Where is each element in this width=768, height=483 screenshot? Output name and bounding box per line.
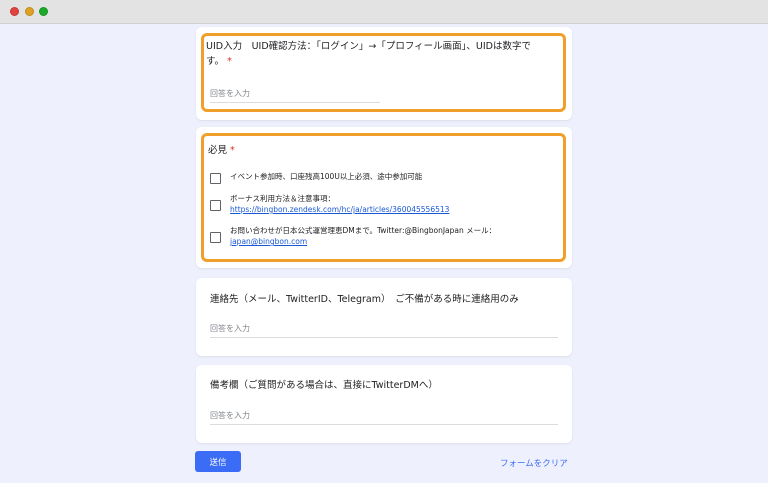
- clear-form-link[interactable]: フォームをクリア: [500, 457, 568, 469]
- question-title-text: 備考欄（ご質問がある場合は、直接にTwitterDMへ）: [210, 380, 438, 391]
- contact-answer-input[interactable]: 回答を入力: [210, 323, 558, 338]
- question-title-text: 連絡先（メール、TwitterID、Telegram） ご不備がある時に連絡用の…: [210, 294, 519, 305]
- minimize-window-icon[interactable]: [25, 7, 34, 16]
- question-title-remarks: 備考欄（ご質問がある場合は、直接にTwitterDMへ）: [210, 378, 438, 393]
- question-title-contact: 連絡先（メール、TwitterID、Telegram） ご不備がある時に連絡用の…: [210, 292, 519, 307]
- maximize-window-icon[interactable]: [39, 7, 48, 16]
- highlight-frame-uid: [201, 33, 566, 112]
- question-card-remarks: 備考欄（ご質問がある場合は、直接にTwitterDMへ） 回答を入力: [196, 365, 572, 443]
- question-card-contact: 連絡先（メール、TwitterID、Telegram） ご不備がある時に連絡用の…: [196, 278, 572, 356]
- answer-placeholder: 回答を入力: [210, 324, 250, 333]
- window-titlebar: [0, 0, 768, 24]
- remarks-answer-input[interactable]: 回答を入力: [210, 410, 558, 425]
- close-window-icon[interactable]: [10, 7, 19, 16]
- submit-button[interactable]: 送信: [195, 451, 241, 472]
- answer-placeholder: 回答を入力: [210, 411, 250, 420]
- highlight-frame-must-read: [201, 133, 566, 262]
